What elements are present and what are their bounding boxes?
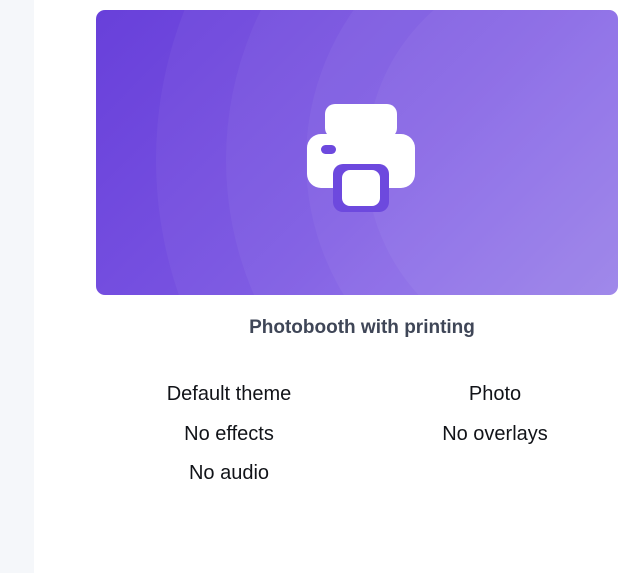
experience-card[interactable]: Photobooth with printing Default theme P… — [96, 10, 618, 490]
page: Photobooth with printing Default theme P… — [0, 0, 618, 573]
card-hero-image[interactable] — [96, 10, 618, 295]
printer-icon — [307, 104, 415, 212]
feature-overlays: No overlays — [442, 423, 548, 445]
feature-audio: No audio — [188, 462, 270, 484]
feature-mode: Photo — [468, 383, 522, 405]
feature-theme: Default theme — [166, 383, 292, 405]
card-title: Photobooth with printing — [249, 317, 475, 338]
sidebar-rail — [0, 0, 34, 573]
feature-effects: No effects — [184, 423, 274, 445]
